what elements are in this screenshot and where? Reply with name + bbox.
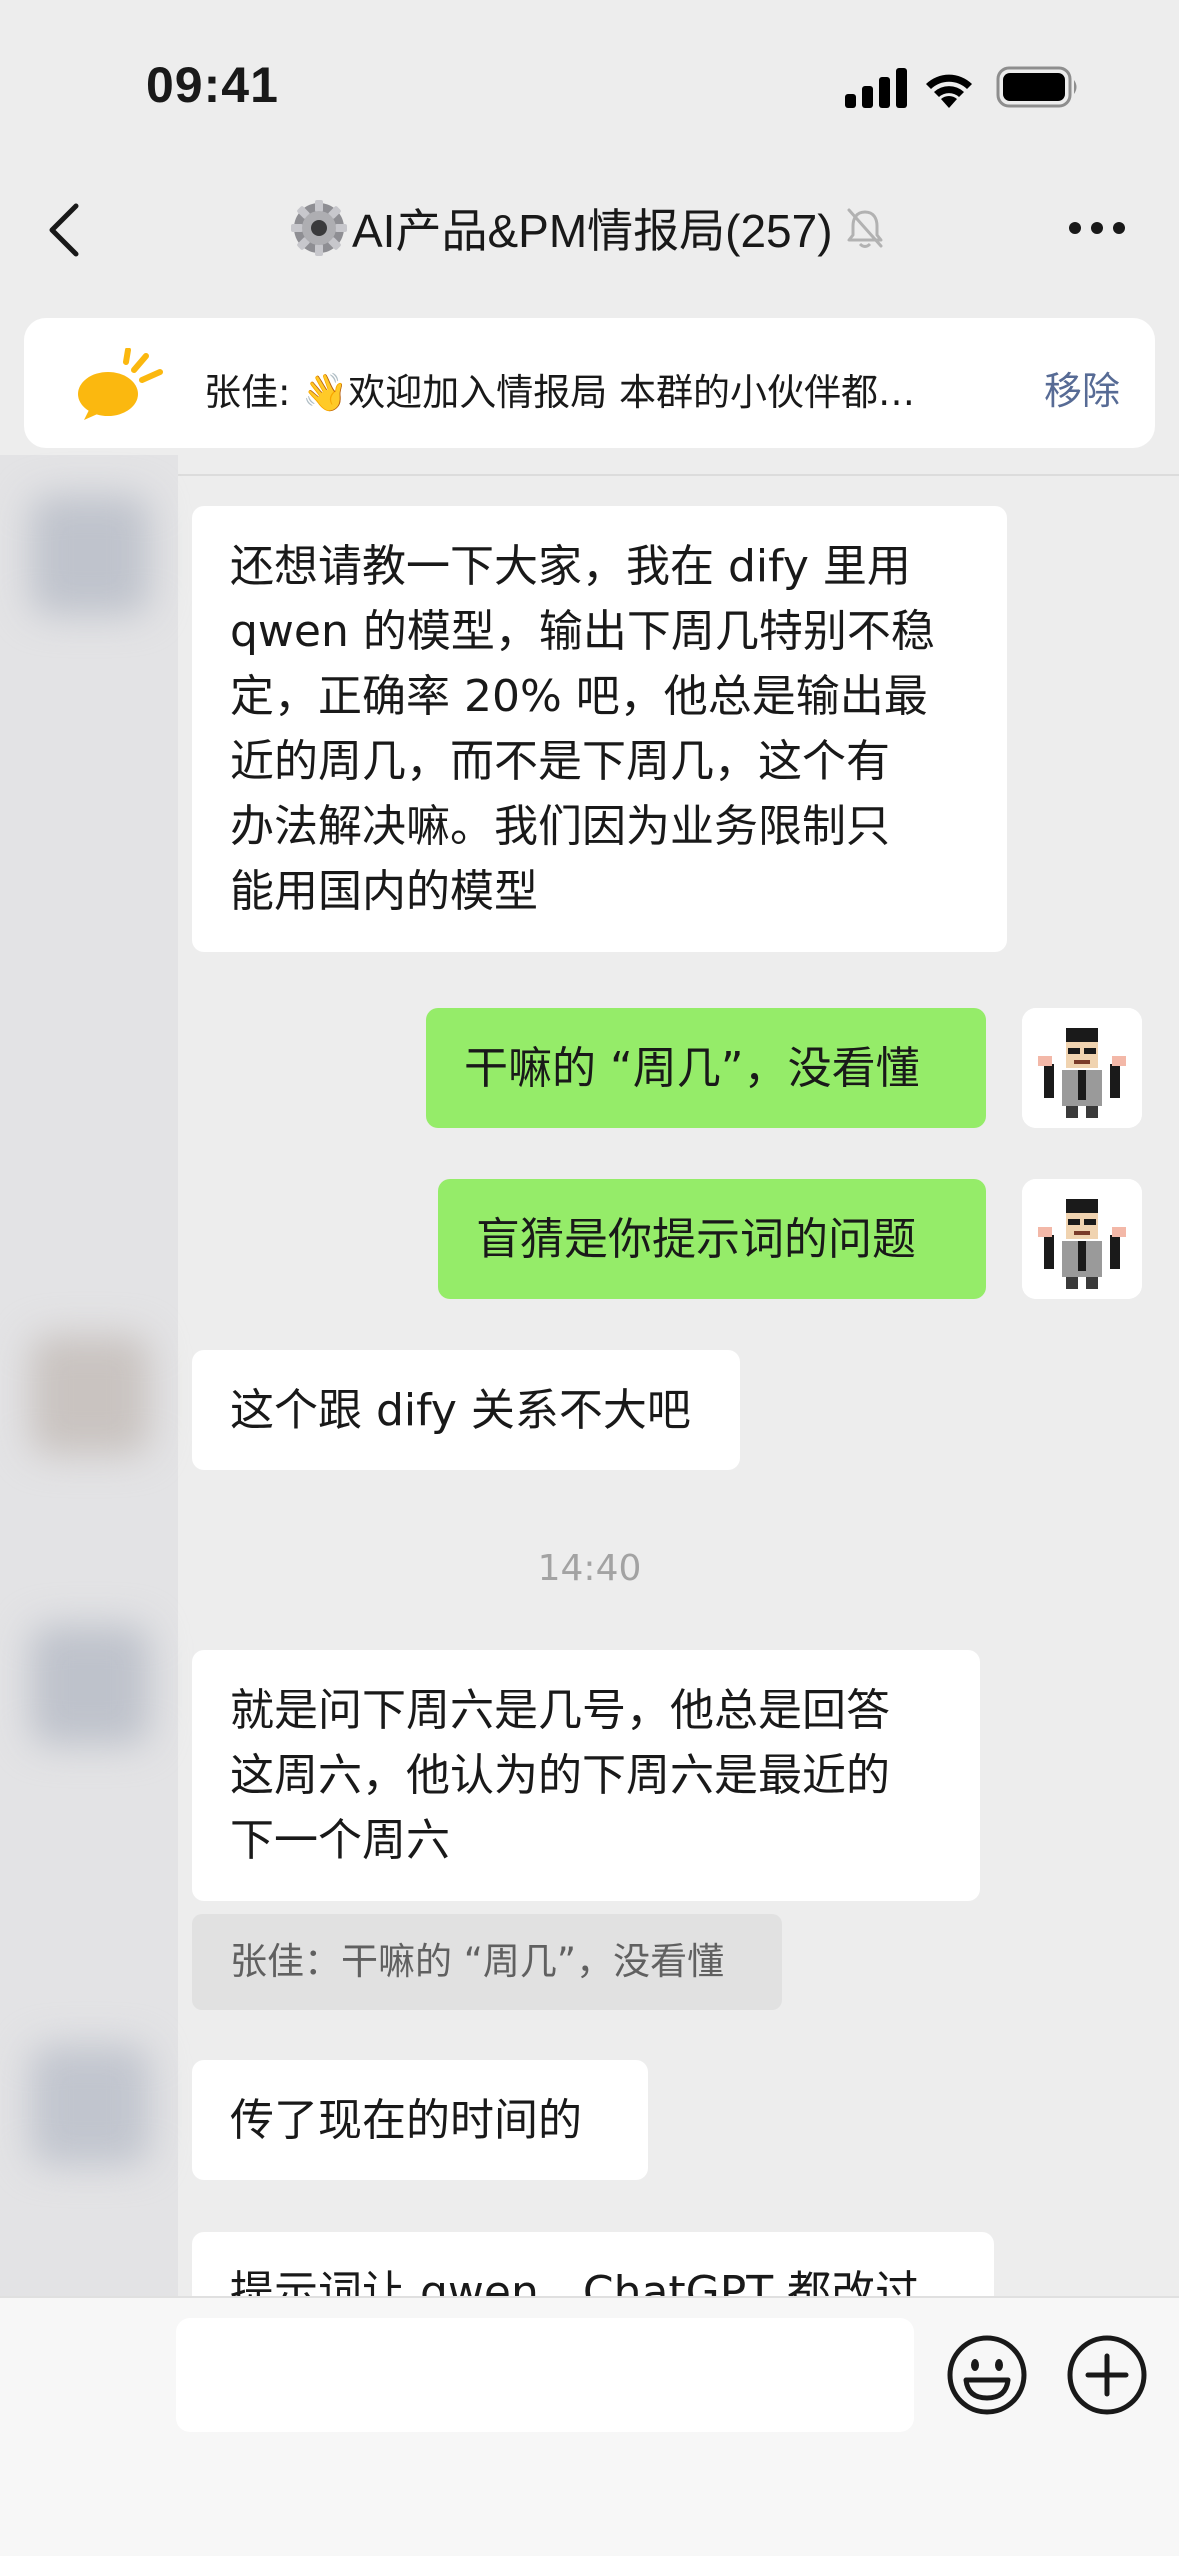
quoted-reply[interactable]: 张佳：干嘛的 “周几”，没看懂	[192, 1914, 782, 2010]
plus-icon[interactable]	[1066, 2334, 1148, 2416]
status-time: 09:41	[146, 57, 279, 113]
message-input[interactable]	[176, 2318, 914, 2432]
signal-icon	[845, 68, 907, 108]
battery-icon	[996, 66, 1077, 108]
input-bar	[0, 2296, 1179, 2556]
avatar[interactable]	[1022, 1008, 1142, 1128]
mute-bell-icon	[847, 208, 883, 248]
chat-title[interactable]: AI产品&PM情报局(257)	[290, 192, 885, 264]
emoji-icon[interactable]	[946, 2334, 1028, 2416]
message-bubble[interactable]: 提示词让 qwen，ChatGPT 都改过	[192, 2232, 994, 2296]
remove-announcement-button[interactable]: 移除	[1044, 360, 1120, 415]
wifi-icon	[926, 74, 972, 108]
chat-title-text: AI产品&PM情报局(257)	[352, 205, 833, 257]
announcement-icon	[78, 348, 163, 420]
message-list[interactable]: 还想请教一下大家，我在 dify 里用 qwen 的模型，输出下周几特别不稳 定…	[0, 476, 1179, 2296]
message-bubble[interactable]: 还想请教一下大家，我在 dify 里用 qwen 的模型，输出下周几特别不稳 定…	[192, 506, 1007, 952]
chat-header: AI产品&PM情报局(257)	[0, 150, 1179, 305]
message-timestamp: 14:40	[537, 1548, 642, 1589]
message-bubble[interactable]: 干嘛的 “周几”，没看懂	[426, 1008, 986, 1128]
pixel-avatar-icon	[1022, 1008, 1142, 1128]
announcement-text: 张佳: 👋欢迎加入情报局 本群的小伙伴都…	[204, 371, 916, 414]
message-bubble[interactable]: 就是问下周六是几号，他总是回答 这周六，他认为的下周六是最近的 下一个周六	[192, 1650, 980, 1901]
pixel-avatar-icon	[1022, 1179, 1142, 1299]
status-bar: 09:41	[0, 0, 1179, 150]
message-bubble[interactable]: 盲猜是你提示词的问题	[438, 1179, 986, 1299]
gear-emoji-icon	[291, 200, 347, 256]
more-options-icon[interactable]	[1068, 220, 1126, 236]
back-chevron-icon[interactable]	[44, 202, 84, 258]
avatar[interactable]	[1022, 1179, 1142, 1299]
pinned-announcement[interactable]: 张佳: 👋欢迎加入情报局 本群的小伙伴都… 移除	[24, 318, 1155, 448]
message-bubble[interactable]: 传了现在的时间的	[192, 2060, 648, 2180]
message-bubble[interactable]: 这个跟 dify 关系不大吧	[192, 1350, 740, 1470]
